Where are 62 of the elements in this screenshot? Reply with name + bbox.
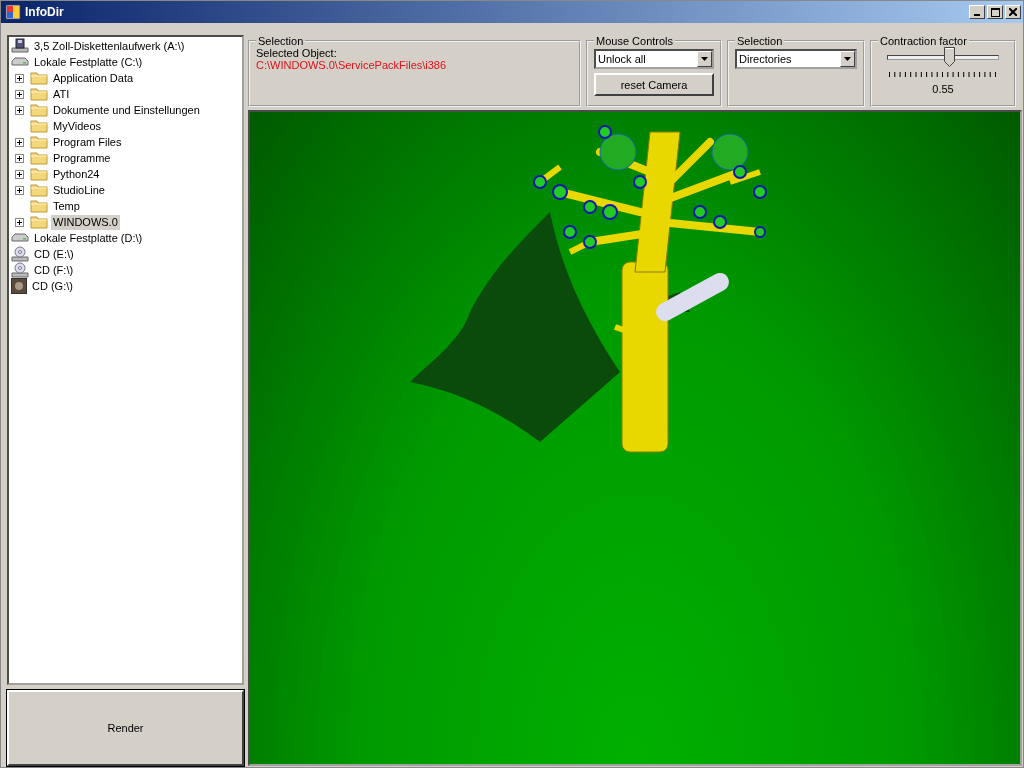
window-title: InfoDir <box>25 5 65 19</box>
selection-dropdown[interactable]: Directories <box>735 49 857 69</box>
folder-icon <box>30 71 48 85</box>
expand-icon[interactable] <box>15 153 24 163</box>
tree-item[interactable]: CD (G:\) <box>30 278 75 294</box>
group-title: Mouse Controls <box>595 35 675 47</box>
maximize-icon <box>990 7 1000 17</box>
tree-item[interactable]: Lokale Festplatte (C:\) <box>32 54 145 70</box>
reset-camera-button[interactable]: reset Camera <box>594 73 714 96</box>
tree-item[interactable]: Programme <box>51 150 113 166</box>
dropdown-arrow-icon <box>844 57 851 61</box>
tree-item[interactable]: CD (E:\) <box>32 246 76 262</box>
tree-item[interactable]: CD (F:\) <box>32 262 76 278</box>
tree-item[interactable]: Lokale Festplatte (D:\) <box>32 230 145 246</box>
cd-drive-icon <box>11 246 29 262</box>
contraction-value: 0.55 <box>932 83 954 95</box>
expand-icon[interactable] <box>15 185 24 195</box>
tree-item[interactable]: WINDOWS.0 <box>51 214 120 230</box>
minimize-button[interactable] <box>969 5 985 19</box>
expand-icon[interactable] <box>15 169 24 179</box>
maximize-button[interactable] <box>987 5 1003 19</box>
group-title: Selection <box>736 35 784 47</box>
folder-icon <box>30 183 48 197</box>
group-title: Contraction factor <box>879 35 968 47</box>
tree-item[interactable]: StudioLine <box>51 182 107 198</box>
dropdown-arrow-icon <box>701 57 708 61</box>
3d-viewport[interactable] <box>248 110 1022 766</box>
expand-icon[interactable] <box>15 105 24 115</box>
cd-drive-icon <box>11 262 29 278</box>
expand-icon[interactable] <box>15 217 24 227</box>
tree-item[interactable]: ATI <box>51 86 72 102</box>
folder-icon <box>30 87 48 101</box>
folder-icon <box>30 151 48 165</box>
tree-item[interactable]: MyVideos <box>51 118 104 134</box>
close-button[interactable] <box>1005 5 1021 19</box>
render-button[interactable]: Render <box>7 690 244 766</box>
mouse-mode-dropdown[interactable]: Unlock all <box>594 49 714 69</box>
folder-icon <box>30 135 48 149</box>
expand-icon[interactable] <box>15 89 24 99</box>
app-icon <box>5 4 21 20</box>
folder-icon <box>30 103 48 117</box>
folder-icon <box>30 119 48 133</box>
expand-icon[interactable] <box>15 137 24 147</box>
tree-item[interactable]: 3,5 Zoll-Diskettenlaufwerk (A:\) <box>32 38 187 54</box>
tree-item[interactable]: Temp <box>51 198 82 214</box>
selected-object-label: Selected Object: <box>256 47 338 59</box>
tree-item[interactable]: Application Data <box>51 70 136 86</box>
folder-icon <box>30 215 48 229</box>
folder-icon <box>30 167 48 181</box>
floppy-drive-icon <box>11 38 29 54</box>
hard-drive-icon <box>11 55 29 69</box>
folder-icon <box>30 199 48 213</box>
tree-item[interactable]: Program Files <box>51 134 124 150</box>
group-title: Selection <box>257 35 305 47</box>
tree-item[interactable]: Python24 <box>51 166 102 182</box>
expand-icon[interactable] <box>15 73 24 83</box>
selected-object-path: C:\WINDOWS.0\ServicePackFiles\i386 <box>256 59 448 71</box>
slider-thumb[interactable] <box>943 47 955 67</box>
close-icon <box>1009 8 1017 16</box>
cd-media-icon <box>11 278 27 294</box>
hard-drive-icon <box>11 231 29 245</box>
tree-item[interactable]: Dokumente und Einstellungen <box>51 102 202 118</box>
